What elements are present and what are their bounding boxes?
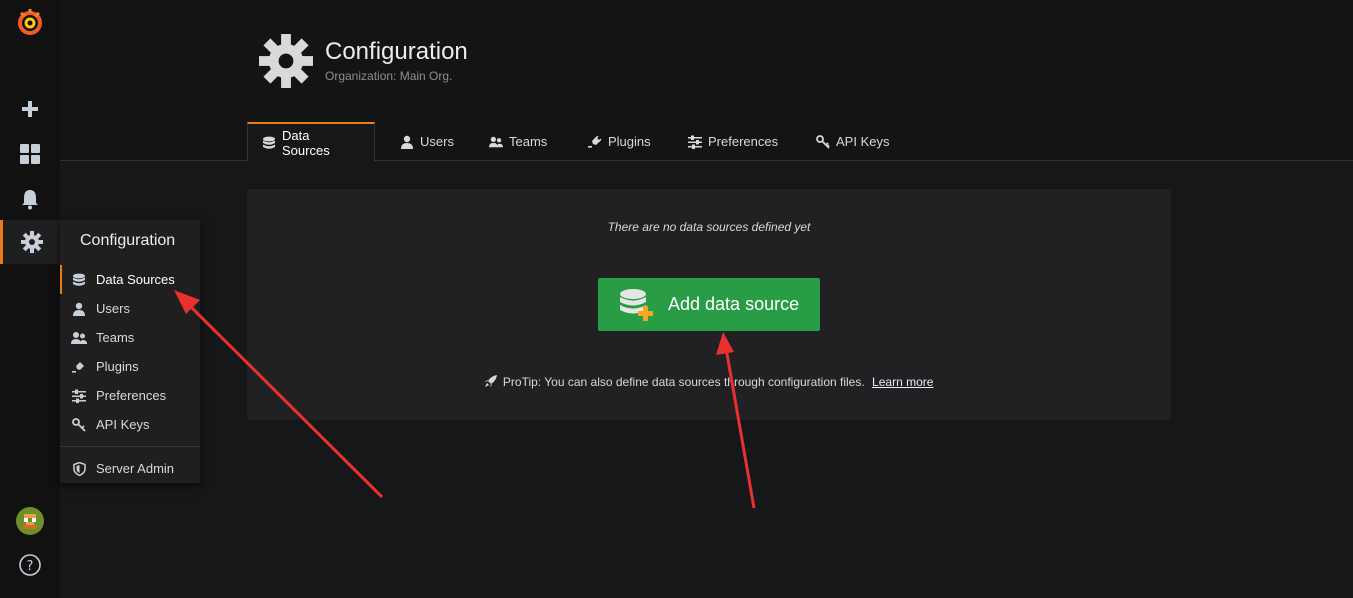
dashboard-grid-icon[interactable]	[0, 132, 60, 176]
menu-item-label: Teams	[96, 330, 135, 345]
bell-icon[interactable]	[0, 177, 60, 221]
tab-plugins[interactable]: Plugins	[574, 122, 665, 161]
tab-label: Teams	[509, 134, 548, 149]
plus-icon[interactable]	[0, 87, 60, 131]
database-add-icon	[618, 288, 656, 322]
menu-item-teams[interactable]: Teams	[60, 323, 200, 352]
flyout-title: Configuration	[80, 232, 176, 249]
menu-item-label: Data Sources	[96, 272, 175, 287]
user-avatar[interactable]	[0, 499, 60, 543]
add-data-source-button[interactable]: Add data source	[598, 278, 820, 331]
shield-icon	[71, 461, 87, 477]
menu-item-label: API Keys	[96, 417, 150, 432]
tab-label: API Keys	[836, 134, 890, 149]
protip-text: ProTip: You can also define data sources…	[502, 375, 865, 389]
empty-state-panel: There are no data sources defined yet Ad…	[247, 189, 1171, 420]
gear-icon[interactable]	[0, 220, 60, 264]
gear-icon	[259, 34, 313, 93]
tab-label: Data Sources	[282, 127, 330, 158]
configuration-flyout-menu: Configuration Data Sources Users Teams P…	[60, 220, 200, 483]
menu-item-plugins[interactable]: Plugins	[60, 352, 200, 381]
plug-icon	[588, 135, 602, 149]
tab-teams[interactable]: Teams	[475, 122, 561, 161]
database-icon	[71, 272, 87, 288]
users-icon	[71, 330, 87, 346]
menu-item-preferences[interactable]: Preferences	[60, 381, 200, 410]
menu-item-label: Preferences	[96, 388, 167, 403]
menu-item-label: Plugins	[96, 359, 139, 374]
key-icon	[71, 417, 87, 433]
page-subtitle: Organization: Main Org.	[325, 69, 453, 83]
menu-item-server-admin[interactable]: Server Admin	[60, 454, 200, 483]
user-icon	[71, 301, 87, 317]
learn-more-link[interactable]: Learn more	[872, 375, 933, 389]
menu-divider	[60, 446, 200, 447]
key-icon	[816, 134, 830, 149]
tab-label: Users	[420, 134, 454, 149]
grafana-logo-icon[interactable]	[0, 0, 60, 44]
page-title: Configuration	[325, 38, 468, 65]
svg-text:?: ?	[27, 559, 34, 574]
menu-item-label: Server Admin	[96, 461, 175, 476]
tab-data-sources[interactable]: Data Sources	[247, 122, 375, 161]
sliders-icon	[71, 388, 87, 404]
grafana-app: ? Configuration Organization: Main Org. …	[0, 0, 1353, 598]
menu-item-users[interactable]: Users	[60, 294, 200, 323]
database-icon	[262, 136, 276, 150]
empty-state-message: There are no data sources defined yet	[607, 220, 811, 234]
help-icon[interactable]: ?	[0, 543, 60, 587]
user-icon	[400, 135, 414, 149]
tab-users[interactable]: Users	[386, 122, 468, 161]
menu-item-label: Users	[96, 301, 130, 316]
menu-item-api-keys[interactable]: API Keys	[60, 410, 200, 439]
protip: ProTip: You can also define data sources…	[247, 375, 1171, 390]
tab-api-keys[interactable]: API Keys	[802, 122, 903, 161]
menu-item-data-sources[interactable]: Data Sources	[60, 265, 200, 294]
tab-label: Preferences	[708, 134, 779, 149]
plug-icon	[71, 359, 87, 375]
tab-label: Plugins	[608, 134, 651, 149]
tab-preferences[interactable]: Preferences	[674, 122, 792, 161]
users-icon	[489, 135, 503, 149]
add-data-source-label: Add data source	[668, 294, 800, 314]
rocket-icon	[484, 375, 497, 390]
sliders-icon	[688, 135, 702, 149]
sidebar: ?	[0, 0, 60, 598]
